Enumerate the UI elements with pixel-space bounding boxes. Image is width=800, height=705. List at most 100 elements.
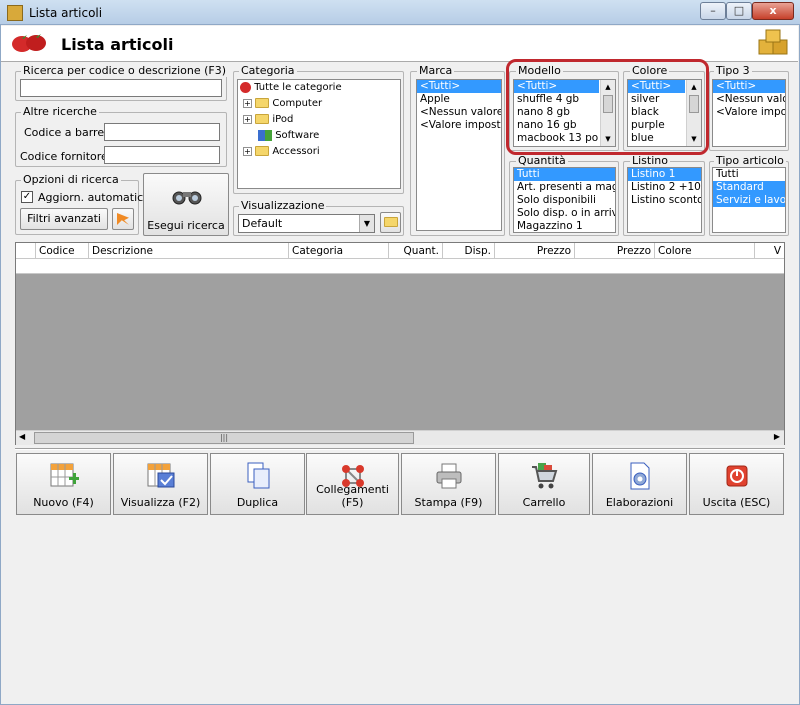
tree-root[interactable]: Tutte le categorie <box>238 80 400 96</box>
view-select[interactable]: Default ▼ <box>238 214 375 233</box>
tree-item-label: iPod <box>272 114 294 125</box>
toolbar-separator <box>15 448 785 450</box>
app-icon <box>7 5 23 21</box>
grid-horizontal-scrollbar[interactable]: ◀ ||| ▶ <box>16 430 784 445</box>
view-folder-button[interactable] <box>380 212 401 233</box>
column-header-prezzo-1[interactable]: Prezzo <box>495 243 575 259</box>
links-button[interactable]: Collegamenti (F5) <box>306 453 399 515</box>
advanced-filters-button[interactable]: Filtri avanzati <box>20 208 108 230</box>
cart-button-label: Carrello <box>522 496 566 509</box>
column-header-codice[interactable]: Codice <box>36 243 89 259</box>
filter-arrow-button[interactable] <box>112 208 134 230</box>
search-options-label: Opzioni di ricerca <box>21 173 121 186</box>
window-title: Lista articoli <box>29 6 103 20</box>
strawberry-icon <box>11 31 47 53</box>
brand-list[interactable]: <Tutti> Apple <Nessun valore> <Valore im… <box>416 79 502 231</box>
gear-document-icon <box>625 461 655 491</box>
window-title-bar <box>0 0 800 25</box>
cart-icon <box>529 461 559 491</box>
arrow-left-icon[interactable]: ◀ <box>19 432 25 441</box>
expand-icon[interactable]: + <box>243 114 252 124</box>
column-header-categoria[interactable]: Categoria <box>289 243 389 259</box>
list-item[interactable]: Standard <box>713 181 785 194</box>
grid-filter-row[interactable] <box>16 259 784 274</box>
pricelist-label: Listino <box>630 154 670 167</box>
column-header-colore[interactable]: Colore <box>655 243 755 259</box>
list-item[interactable]: Solo disponibili <box>514 194 615 207</box>
quantity-list[interactable]: Tutti Art. presenti a magazzino Solo dis… <box>513 167 616 233</box>
highlight-ring <box>506 59 709 155</box>
list-item[interactable]: <Nessun valore> <box>417 106 501 119</box>
view-button[interactable]: Visualizza (F2) <box>113 453 208 515</box>
list-item[interactable]: Listino sconto <box>628 194 701 207</box>
view-icon <box>146 461 176 491</box>
processing-button[interactable]: Elaborazioni <box>592 453 687 515</box>
duplicate-icon <box>243 461 273 491</box>
expand-icon[interactable]: + <box>243 146 252 156</box>
search-execute-label: Esegui ricerca <box>147 219 225 232</box>
item-type-label: Tipo articolo <box>714 154 786 167</box>
column-header-disp[interactable]: Disp. <box>443 243 495 259</box>
list-item[interactable]: Art. presenti a magazzino <box>514 181 615 194</box>
links-button-label: Collegamenti (F5) <box>316 483 389 509</box>
pricelist-list[interactable]: Listino 1 Listino 2 +10 Listino sconto <box>627 167 702 233</box>
list-item[interactable]: <Tutti> <box>713 80 785 93</box>
barcode-field[interactable] <box>104 123 220 141</box>
close-button[interactable]: x <box>752 2 794 20</box>
item-type-list[interactable]: Tutti Standard Servizi e lavorazioni <box>712 167 786 233</box>
tree-item-software[interactable]: Software <box>238 128 400 144</box>
auto-update-checkbox[interactable]: ✓ <box>21 191 33 203</box>
list-item[interactable]: <Valore impostato> <box>713 106 785 119</box>
arrow-right-icon[interactable]: ▶ <box>774 432 780 441</box>
column-header-descrizione[interactable]: Descrizione <box>89 243 289 259</box>
type3-list[interactable]: <Tutti> <Nessun valore> <Valore impostat… <box>712 79 786 147</box>
barcode-label: Codice a barre : <box>24 126 112 139</box>
list-item[interactable]: Magazzino 1 <box>514 220 615 232</box>
tree-root-label: Tutte le categorie <box>254 82 342 93</box>
tree-item-label: Accessori <box>272 146 320 157</box>
category-tree[interactable]: Tutte le categorie + Computer + iPod Sof… <box>237 79 401 189</box>
exit-button-label: Uscita (ESC) <box>702 496 771 509</box>
search-execute-button[interactable]: Esegui ricerca <box>143 173 229 236</box>
list-item[interactable]: <Nessun valore> <box>713 93 785 106</box>
scrollbar-thumb[interactable]: ||| <box>34 432 414 444</box>
list-item[interactable]: <Valore impostato> <box>417 119 501 132</box>
list-item[interactable]: <Tutti> <box>417 80 501 93</box>
auto-update-label: Aggiorn. automatico <box>38 191 150 204</box>
supplier-code-field[interactable] <box>104 146 220 164</box>
tree-item-accessori[interactable]: + Accessori <box>238 144 400 160</box>
maximize-button[interactable]: □ <box>726 2 752 20</box>
tree-item-label: Software <box>275 130 320 141</box>
search-input[interactable] <box>20 79 222 97</box>
strawberry-icon <box>240 81 251 93</box>
grid-row-indicator <box>16 243 36 259</box>
brand-label: Marca <box>417 64 455 77</box>
list-item[interactable]: Tutti <box>713 168 785 181</box>
minimize-button[interactable]: – <box>700 2 726 20</box>
new-button[interactable]: Nuovo (F4) <box>16 453 111 515</box>
tree-item-computer[interactable]: + Computer <box>238 96 400 112</box>
column-header-prezzo-2[interactable]: Prezzo <box>575 243 655 259</box>
chevron-down-icon[interactable]: ▼ <box>359 215 374 232</box>
view-select-value: Default <box>242 217 283 230</box>
column-header-quant[interactable]: Quant. <box>389 243 443 259</box>
exit-button[interactable]: Uscita (ESC) <box>689 453 784 515</box>
list-item[interactable]: Servizi e lavorazioni <box>713 194 785 207</box>
cart-button[interactable]: Carrello <box>498 453 590 515</box>
column-header-v[interactable]: V <box>755 243 784 259</box>
duplicate-button[interactable]: Duplica <box>210 453 305 515</box>
page-title: Lista articoli <box>61 35 174 54</box>
software-icon <box>258 129 272 141</box>
list-item[interactable]: Solo disp. o in arrivo <box>514 207 615 220</box>
list-item[interactable]: Listino 2 +10 <box>628 181 701 194</box>
print-button[interactable]: Stampa (F9) <box>401 453 496 515</box>
list-item[interactable]: Apple <box>417 93 501 106</box>
expand-icon[interactable]: + <box>243 98 252 108</box>
folder-icon <box>383 217 398 227</box>
list-item[interactable]: Listino 1 <box>628 168 701 181</box>
list-item[interactable]: Tutti <box>514 168 615 181</box>
tree-item-ipod[interactable]: + iPod <box>238 112 400 128</box>
category-label: Categoria <box>239 64 297 77</box>
supplier-code-label: Codice fornitore : <box>20 150 116 163</box>
folder-icon <box>255 114 270 124</box>
